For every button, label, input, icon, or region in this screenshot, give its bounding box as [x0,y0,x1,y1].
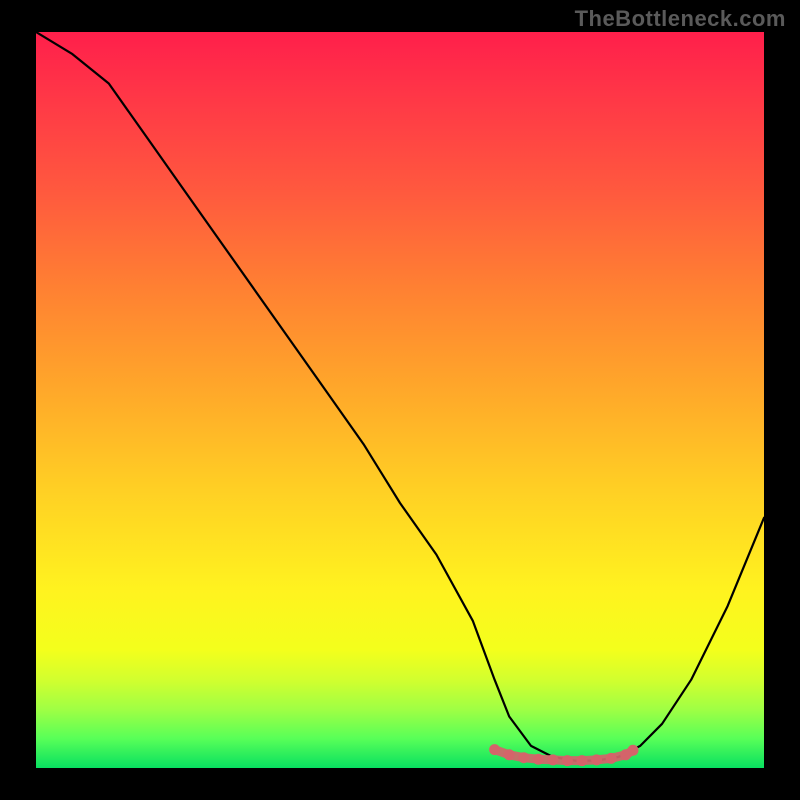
curve-svg [36,32,764,768]
watermark-text: TheBottleneck.com [575,6,786,32]
chart-frame: TheBottleneck.com [0,0,800,800]
bottleneck-curve [36,32,764,761]
optimal-zone-markers [489,744,638,766]
plot-area [36,32,764,768]
